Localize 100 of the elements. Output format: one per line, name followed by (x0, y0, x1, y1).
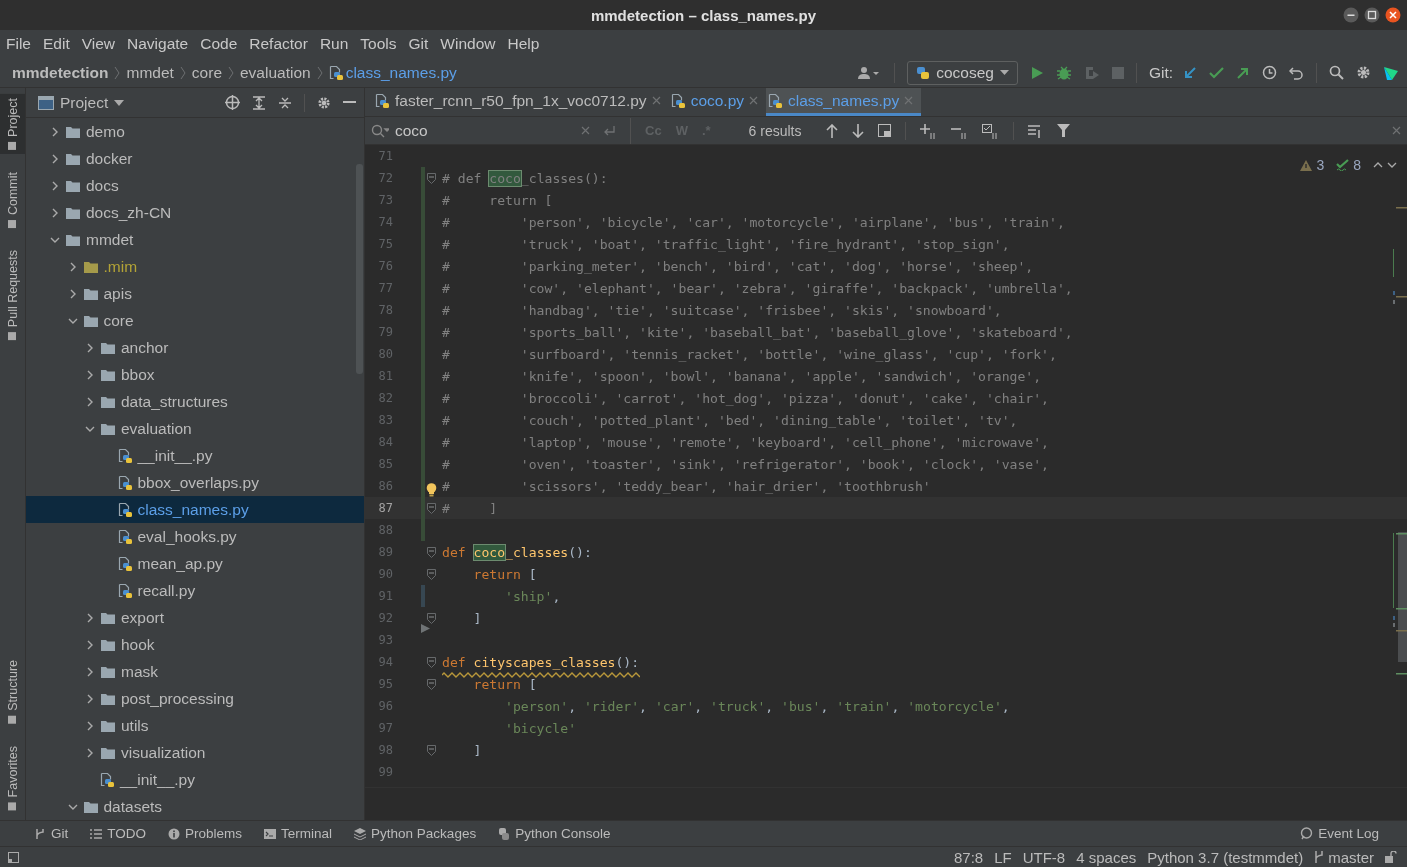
tree-item[interactable]: docs (86, 176, 119, 195)
chevron-right-icon[interactable] (50, 153, 60, 164)
added-lines-marker[interactable] (421, 453, 425, 475)
menu-item[interactable]: Navigate (127, 35, 189, 53)
tree-item[interactable]: __init__.py (137, 446, 213, 465)
chevron-right-icon[interactable] (85, 747, 95, 758)
panel-title[interactable]: Project (60, 93, 109, 112)
breadcrumb-item[interactable]: evaluation (240, 63, 311, 82)
collapse-all-icon[interactable] (278, 95, 292, 110)
bug-icon[interactable] (1055, 64, 1072, 81)
branch-widget[interactable]: master (1314, 848, 1374, 866)
tree-item[interactable]: export (121, 608, 165, 627)
search-icon[interactable] (1329, 65, 1344, 80)
clear-icon[interactable] (581, 126, 590, 135)
menu-item[interactable]: Edit (43, 35, 70, 53)
menu-item[interactable]: Code (200, 35, 238, 53)
filter-icon[interactable] (1056, 124, 1070, 137)
settings-icon[interactable] (1356, 65, 1371, 80)
tree-item[interactable]: post_processing (121, 689, 234, 708)
editor-tab[interactable]: coco.py (668, 88, 767, 116)
tree-item[interactable]: bbox (121, 365, 155, 384)
status-item[interactable]: Python 3.7 (testmmdet) (1147, 848, 1304, 866)
chevron-right-icon[interactable] (85, 639, 95, 650)
tool-window-button[interactable]: Python Packages (354, 826, 477, 841)
menu-item[interactable]: Refactor (249, 35, 308, 53)
added-lines-marker[interactable] (421, 189, 425, 211)
chevron-right-icon[interactable] (85, 369, 95, 380)
menu-item[interactable]: Help (507, 35, 540, 53)
add-occurrence-icon[interactable] (919, 122, 937, 139)
fold-icon[interactable] (426, 172, 436, 184)
square-icon[interactable] (8, 851, 19, 863)
tree-item[interactable]: docs_zh-CN (86, 203, 172, 222)
tree-item[interactable]: utils (121, 716, 149, 735)
checkmark-icon[interactable] (1336, 159, 1350, 171)
tree-item[interactable]: recall.py (137, 581, 196, 600)
tool-window-button[interactable]: Python Console (498, 826, 611, 841)
tree-item[interactable]: mask (121, 662, 159, 681)
tree-item[interactable]: apis (103, 284, 132, 303)
caret-icon[interactable] (114, 99, 125, 106)
added-lines-marker[interactable] (421, 255, 425, 277)
tool-window-tab[interactable]: Project (0, 94, 25, 154)
fold-icon[interactable] (426, 656, 436, 668)
tree-item[interactable]: mean_ap.py (137, 554, 223, 573)
breadcrumb-item[interactable]: mmdetection (12, 63, 109, 82)
editor-tab[interactable]: faster_rcnn_r50_fpn_1x_voc0712.py (373, 88, 669, 116)
menu-item[interactable]: Window (440, 35, 496, 53)
tree-item[interactable]: class_names.py (137, 500, 249, 519)
tool-window-tab[interactable]: Structure (0, 655, 25, 728)
added-lines-marker[interactable] (421, 365, 425, 387)
tool-window-button[interactable]: Event Log (1300, 826, 1379, 841)
fold-icon[interactable] (426, 612, 436, 624)
tool-window-tab[interactable]: Favorites (0, 741, 25, 814)
added-lines-marker[interactable] (421, 277, 425, 299)
breadcrumb-item[interactable]: mmdet (126, 63, 174, 82)
tool-window-tab[interactable]: Pull Requests (0, 245, 25, 345)
arrow-down-left-icon[interactable] (1183, 65, 1197, 80)
added-lines-marker[interactable] (421, 519, 425, 541)
added-lines-marker[interactable] (421, 211, 425, 233)
chevron-right-icon[interactable] (85, 396, 95, 407)
warning-count[interactable]: 3 (1316, 157, 1325, 173)
warning-icon[interactable] (1300, 159, 1313, 171)
chevron-right-icon[interactable] (85, 693, 95, 704)
fold-icon[interactable] (426, 568, 436, 580)
chevron-right-icon[interactable] (85, 342, 95, 353)
tree-item[interactable]: mmdet (86, 230, 134, 249)
run-configuration-dropdown[interactable]: cocoseg (907, 60, 1018, 85)
tool-window-button[interactable]: TODO (90, 826, 147, 841)
deleted-lines-marker[interactable] (421, 624, 430, 633)
tree-item[interactable]: .mim (103, 257, 138, 276)
newline-icon[interactable] (602, 124, 616, 137)
chevron-right-icon[interactable] (85, 666, 95, 677)
crosshair-icon[interactable] (225, 95, 240, 110)
filter-lines-icon[interactable] (1027, 123, 1043, 138)
status-item[interactable]: UTF-8 (1022, 848, 1066, 866)
added-lines-marker[interactable] (421, 387, 425, 409)
clock-icon[interactable] (1262, 65, 1277, 80)
fold-icon[interactable] (426, 502, 436, 514)
maximize-icon[interactable] (1364, 7, 1380, 23)
chevron-right-icon[interactable] (85, 720, 95, 731)
chevron-right-icon[interactable] (50, 180, 60, 191)
window-icon[interactable] (877, 124, 891, 137)
tree-item[interactable]: visualization (121, 743, 206, 762)
close-icon[interactable] (1385, 7, 1401, 23)
run-icon[interactable] (1029, 65, 1044, 80)
minimize-icon[interactable] (1343, 7, 1359, 23)
tree-item[interactable]: docker (86, 149, 133, 168)
chevron-right-icon[interactable] (85, 612, 95, 623)
arrow-down-icon[interactable] (851, 123, 864, 138)
menu-item[interactable]: View (81, 35, 116, 53)
tree-item[interactable]: eval_hooks.py (137, 527, 237, 546)
lock-icon[interactable] (1385, 851, 1397, 863)
arrow-up-right-icon[interactable] (1236, 65, 1250, 80)
expand-all-icon[interactable] (252, 95, 266, 110)
breadcrumb-item[interactable]: class_names.py (345, 63, 457, 82)
tool-window-button[interactable]: Problems (168, 826, 243, 841)
fold-icon[interactable] (426, 744, 436, 756)
added-lines-marker[interactable] (421, 167, 425, 189)
tree-item[interactable]: bbox_overlaps.py (137, 473, 259, 492)
tool-window-button[interactable]: Git (34, 826, 69, 841)
tree-item[interactable]: anchor (121, 338, 169, 357)
